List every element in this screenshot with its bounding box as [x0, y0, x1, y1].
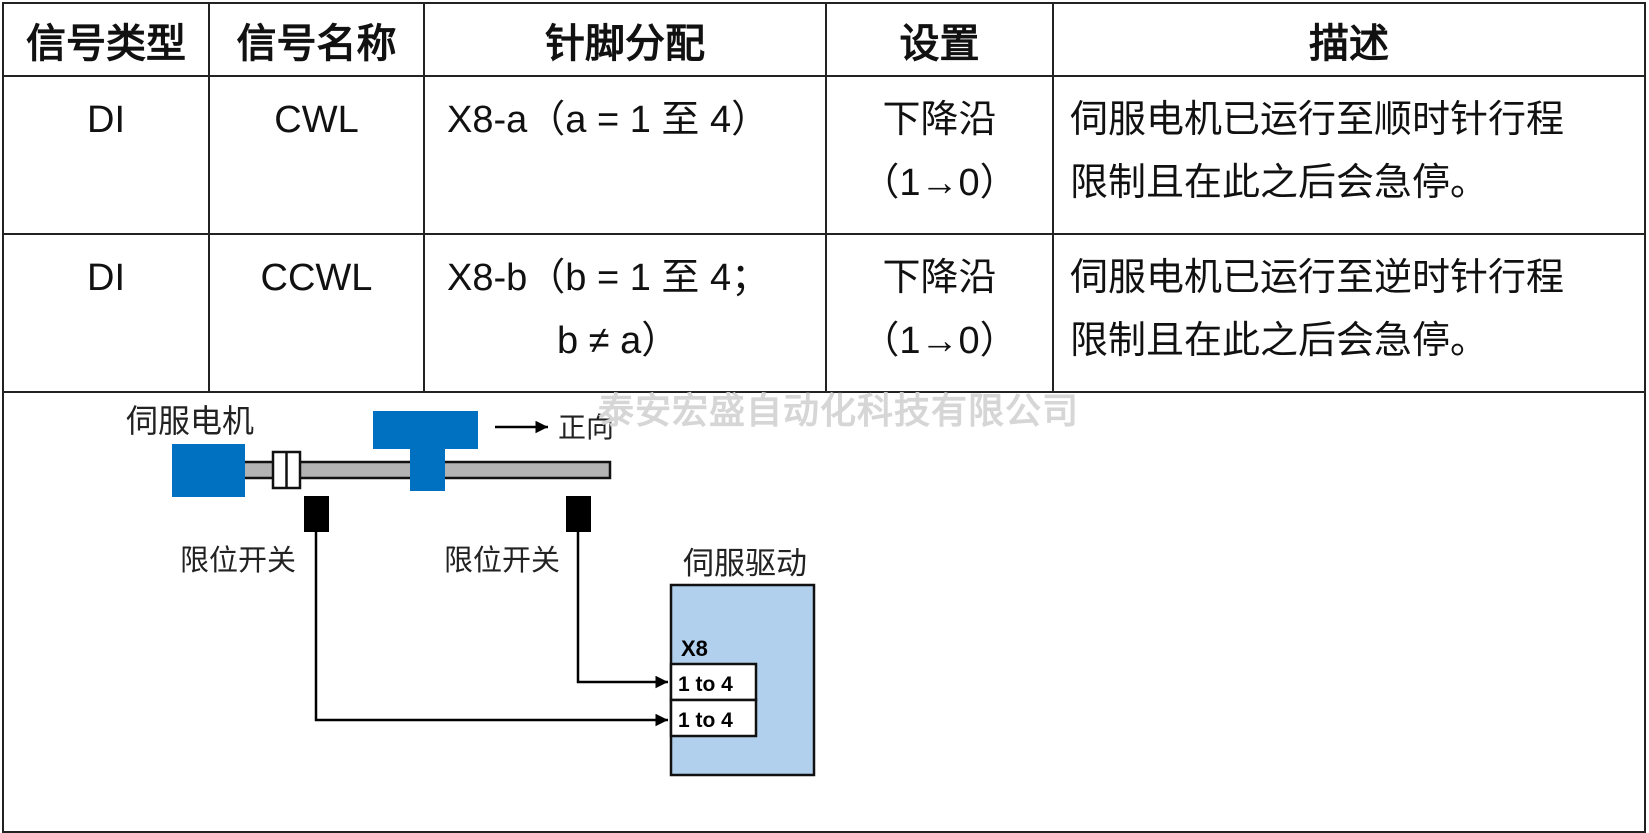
wire-right-switch — [576, 532, 668, 689]
limit-switch-left — [304, 496, 329, 532]
drive-label: 伺服驱动 — [683, 546, 807, 581]
pin-slot-1-label: 1 to 4 — [678, 673, 733, 696]
motor-label: 伺服电机 — [126, 403, 254, 439]
direction-label: 正向 — [558, 412, 614, 443]
limit-switch-right-label: 限位开关 — [444, 544, 560, 577]
limit-switch-diagram: 伺服电机 正向 限位开关 限位开关 伺服驱动 X8 1 to 4 1 to 4 — [126, 403, 816, 777]
carriage-top — [373, 411, 478, 449]
limit-switch-right — [566, 496, 591, 532]
limit-switch-left-label: 限位开关 — [180, 544, 296, 577]
carriage-stem — [410, 447, 445, 491]
pin-slot-2-label: 1 to 4 — [678, 709, 733, 732]
connector-label: X8 — [681, 636, 708, 661]
servo-motor-block — [172, 444, 245, 497]
